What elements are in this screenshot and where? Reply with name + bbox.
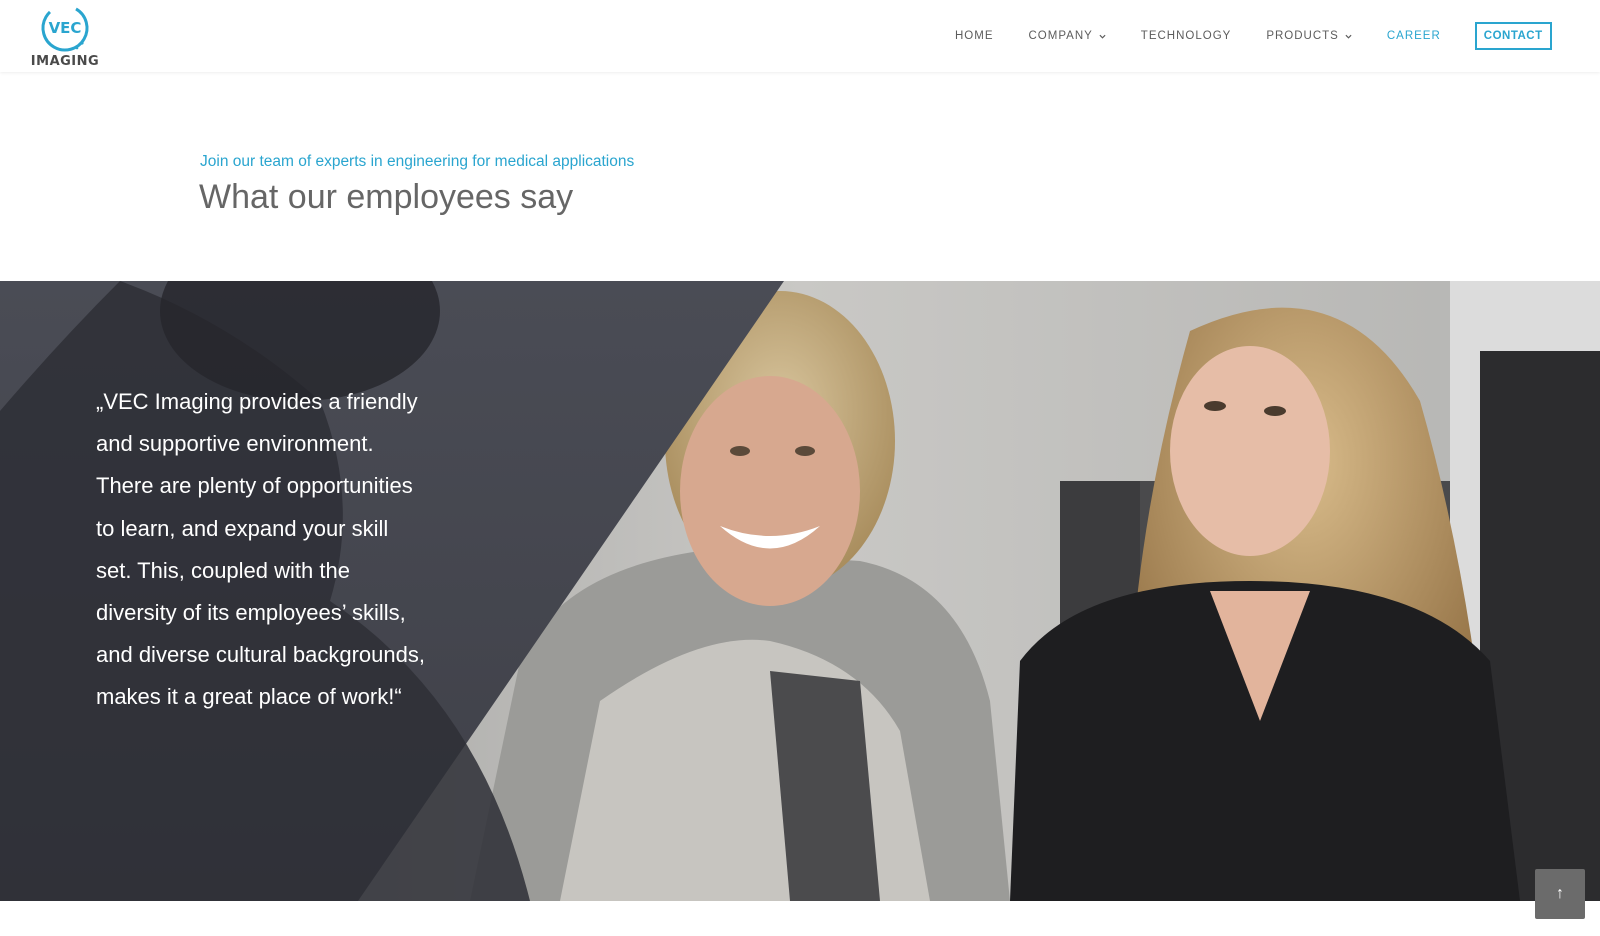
section-title: What our employees say [199, 178, 574, 216]
chevron-down-icon [1345, 34, 1352, 39]
nav-item-products[interactable]: PRODUCTS [1266, 30, 1352, 42]
nav-item-label: TECHNOLOGY [1140, 30, 1232, 42]
section-subtitle: Join our team of experts in engineering … [200, 153, 635, 170]
testimonial-quote: „VEC Imaging provides a friendly and sup… [96, 389, 425, 710]
nav-item-label: CAREER [1386, 30, 1441, 42]
nav-item-career[interactable]: CAREER [1387, 30, 1441, 42]
nav-item-label: COMPANY [1028, 30, 1093, 42]
vec-imaging-logo[interactable]: VEC IMAGING [30, 2, 100, 70]
logo-emblem: VEC [41, 4, 89, 52]
contact-button[interactable]: CONTACT [1474, 22, 1552, 50]
logo-subtitle: IMAGING [30, 54, 100, 69]
logo-letters: VEC [49, 19, 82, 37]
main-navigation: HOME COMPANY TECHNOLOGY PRODUCTS CAREER … [955, 21, 1552, 51]
site-header: VEC IMAGING HOME COMPANY TECHNOLOGY PROD… [0, 0, 1600, 72]
testimonial-banner: „VEC Imaging provides a friendly and sup… [0, 281, 1600, 901]
nav-item-company[interactable]: COMPANY [1029, 30, 1106, 42]
nav-item-label: HOME [955, 30, 994, 42]
nav-item-label: PRODUCTS [1266, 30, 1339, 42]
scroll-to-top-button[interactable]: ↑ [1535, 869, 1585, 919]
chevron-down-icon [1099, 34, 1106, 39]
nav-item-technology[interactable]: TECHNOLOGY [1141, 30, 1232, 42]
nav-item-home[interactable]: HOME [955, 30, 994, 42]
arrow-up-icon: ↑ [1556, 885, 1564, 902]
